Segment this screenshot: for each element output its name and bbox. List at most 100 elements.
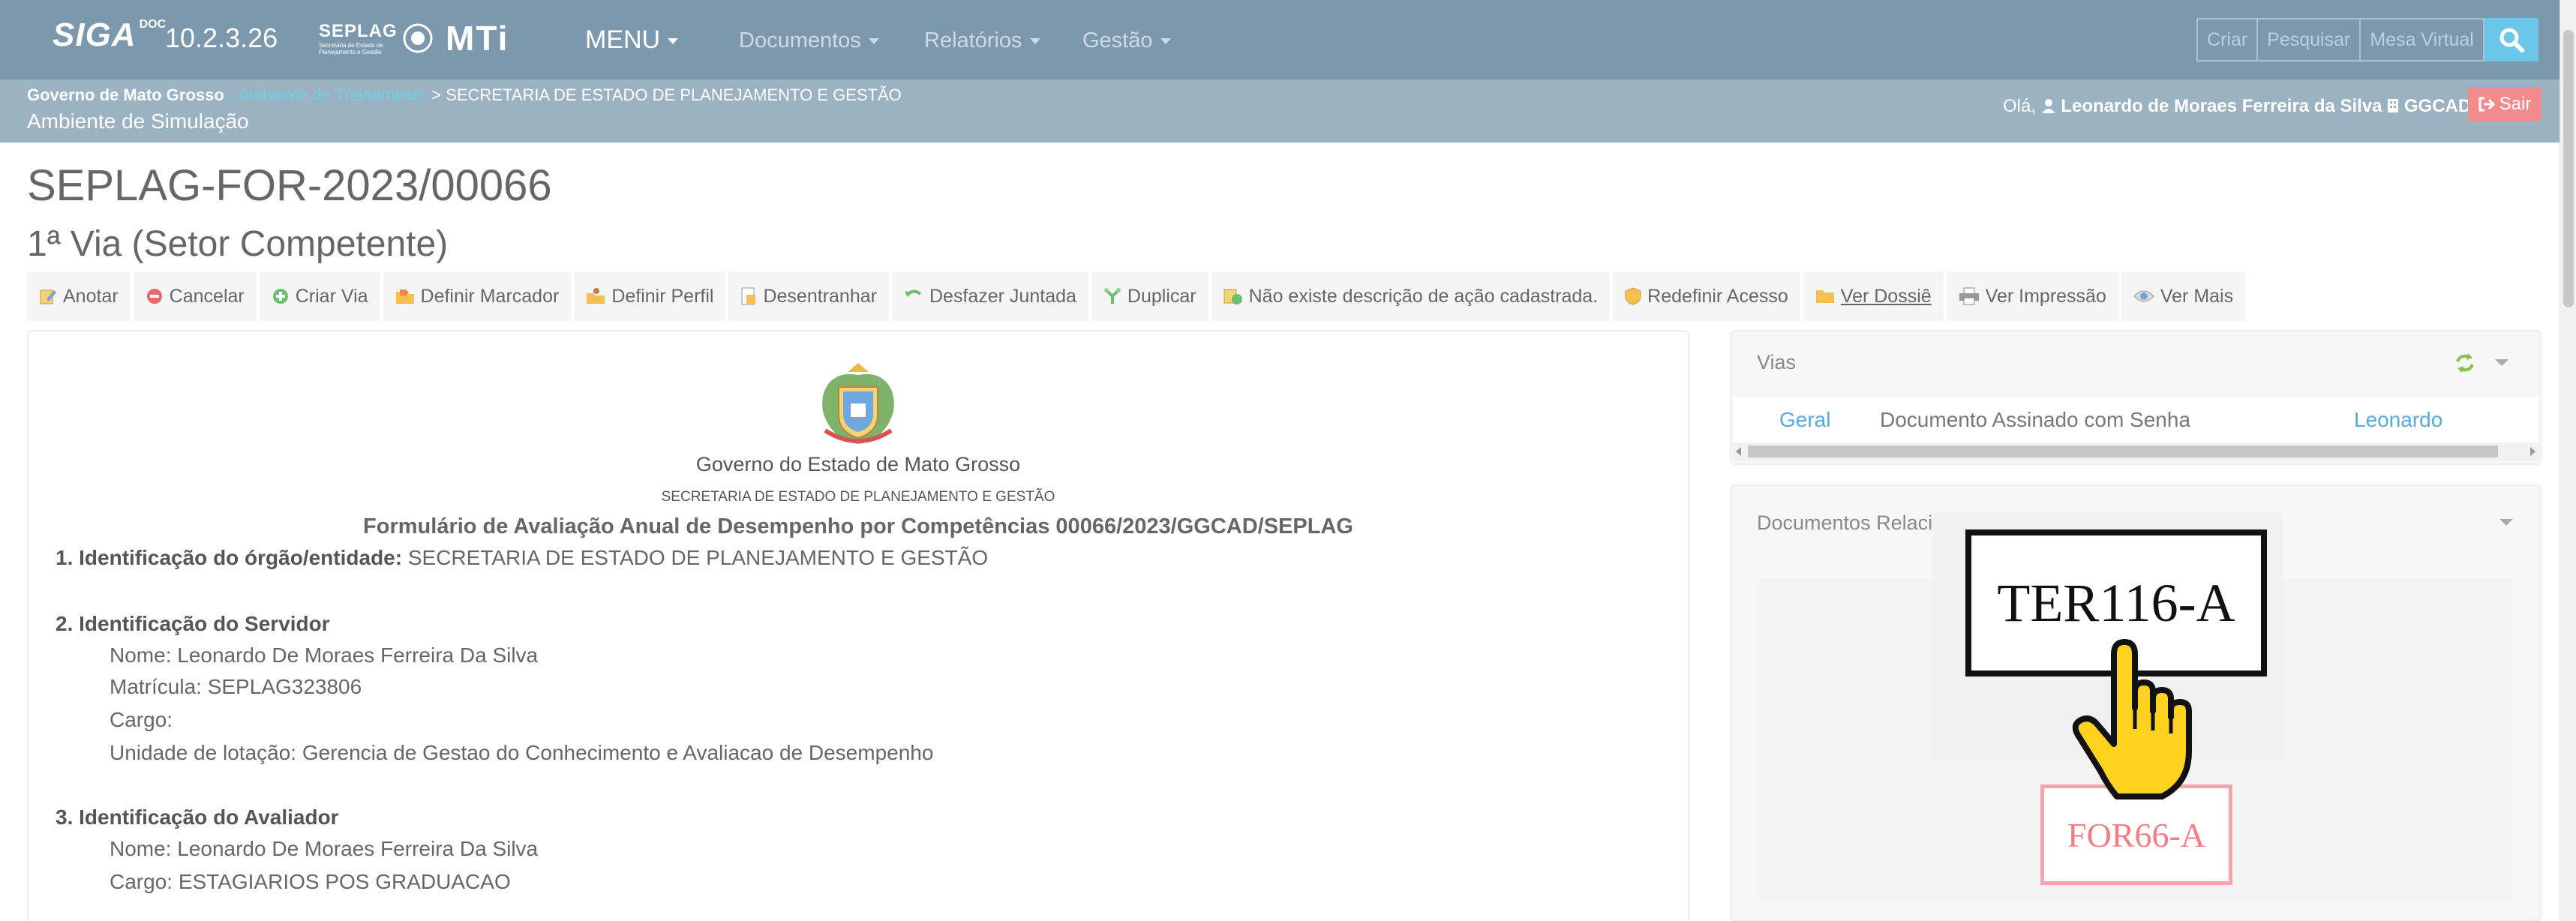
section-3-heading: 3. Identificação do Avaliador bbox=[56, 806, 339, 829]
nav-gestao[interactable]: Gestão bbox=[1082, 28, 1171, 53]
siga-logo[interactable]: SIGA DOC bbox=[53, 16, 166, 54]
breadcrumb-env[interactable]: Ambiente de Treinamento bbox=[238, 86, 427, 104]
seplag-logo-sub2: Planejamento e Gestão bbox=[319, 49, 382, 56]
caret-down-icon bbox=[1029, 38, 1040, 45]
duplicar-button[interactable]: Duplicar bbox=[1091, 272, 1211, 321]
anotar-button[interactable]: Anotar bbox=[27, 272, 134, 321]
cancelar-button[interactable]: Cancelar bbox=[133, 272, 260, 321]
seplag-logo: SEPLAG Secretaria de Estado de Planejame… bbox=[319, 21, 409, 56]
ver-impressao-button[interactable]: Ver Impressão bbox=[1946, 272, 2121, 321]
user-unit: GGCAD bbox=[2403, 96, 2472, 116]
desfazer-juntada-button[interactable]: Desfazer Juntada bbox=[891, 272, 1091, 321]
search-button[interactable] bbox=[2484, 18, 2538, 62]
nav-documentos-label: Documentos bbox=[739, 28, 861, 52]
scrollbar-thumb[interactable] bbox=[2563, 30, 2574, 308]
desfazer-juntada-label: Desfazer Juntada bbox=[929, 285, 1076, 307]
duplicar-label: Duplicar bbox=[1127, 285, 1196, 307]
undo-icon bbox=[904, 290, 922, 297]
definir-marcador-label: Definir Marcador bbox=[420, 285, 560, 307]
add-icon bbox=[272, 289, 288, 304]
via-status: Documento Assinado com Senha bbox=[1880, 408, 2191, 431]
cancelar-label: Cancelar bbox=[169, 285, 245, 307]
servidor-nome: Nome: Leonardo De Moraes Ferreira Da Sil… bbox=[110, 644, 539, 667]
document-action-toolbar: Anotar Cancelar Criar Via Definir Marcad… bbox=[27, 272, 2249, 321]
duplicate-icon bbox=[1103, 288, 1121, 304]
via-geral-link[interactable]: Geral bbox=[1779, 408, 1830, 432]
avaliador-nome: Nome: Leonardo De Moraes Ferreira Da Sil… bbox=[110, 837, 539, 860]
logout-button[interactable]: Sair bbox=[2468, 87, 2541, 122]
form-title: Formulário de Avaliação Anual de Desempe… bbox=[363, 514, 1353, 538]
seplag-logo-text: SEPLAG bbox=[319, 21, 398, 41]
document-icon bbox=[741, 287, 756, 305]
breadcrumb-env-sep: - bbox=[224, 86, 239, 104]
servidor-unidade: Unidade de lotação: Gerencia de Gestao d… bbox=[110, 741, 934, 764]
quick-actions: Criar Pesquisar Mesa Virtual bbox=[2196, 18, 2538, 62]
vias-scrollbar-thumb[interactable] bbox=[1748, 446, 2498, 458]
ver-dossie-label: Ver Dossiê bbox=[1840, 285, 1932, 307]
desentranhar-button[interactable]: Desentranhar bbox=[728, 272, 892, 321]
section-2-heading: 2. Identificação do Servidor bbox=[56, 612, 330, 635]
greeting-prefix: Olá, bbox=[2003, 96, 2041, 116]
user-name: Leonardo de Moraes Ferreira da Silva bbox=[2061, 96, 2382, 116]
pesquisar-button[interactable]: Pesquisar bbox=[2256, 18, 2361, 62]
section-1-value: SECRETARIA DE ESTADO DE PLANEJAMENTO E G… bbox=[402, 546, 989, 569]
cancel-icon bbox=[146, 289, 162, 304]
document-via-title: 1ª Via (Setor Competente) bbox=[27, 224, 449, 264]
folder-tag-icon bbox=[395, 290, 414, 304]
note-edit-icon bbox=[40, 290, 56, 304]
nav-relatorios[interactable]: Relatórios bbox=[924, 28, 1040, 53]
search-icon bbox=[2499, 28, 2524, 52]
logout-icon bbox=[2478, 97, 2495, 112]
breadcrumb-secretaria: SECRETARIA DE ESTADO DE PLANEJAMENTO E G… bbox=[446, 86, 902, 104]
criar-via-label: Criar Via bbox=[295, 285, 368, 307]
breadcrumb: Governo de Mato Grosso - Ambiente de Tre… bbox=[27, 86, 902, 105]
anotar-label: Anotar bbox=[63, 285, 119, 307]
section-1-heading: 1. Identificação do órgão/entidade: SECR… bbox=[56, 546, 988, 570]
vias-panel-title: Vias bbox=[1757, 351, 1797, 374]
criar-via-button[interactable]: Criar Via bbox=[259, 272, 383, 321]
scroll-right-icon[interactable] bbox=[2530, 447, 2535, 456]
page-scrollbar[interactable] bbox=[2559, 0, 2576, 921]
shield-icon bbox=[1625, 287, 1641, 305]
printer-icon bbox=[1959, 287, 1979, 305]
ver-dossie-button[interactable]: Ver Dossiê bbox=[1803, 272, 1947, 321]
eye-icon bbox=[2133, 290, 2154, 302]
avaliador-cargo: Cargo: ESTAGIARIOS POS GRADUACAO bbox=[110, 870, 511, 893]
ver-mais-label: Ver Mais bbox=[2160, 285, 2234, 307]
chevron-down-icon[interactable] bbox=[2498, 518, 2514, 528]
form-gov-heading: Governo do Estado de Mato Grosso bbox=[695, 453, 1021, 476]
caret-down-icon bbox=[868, 38, 879, 45]
section-1-label: 1. Identificação do órgão/entidade: bbox=[56, 546, 403, 569]
user-icon bbox=[2041, 99, 2055, 113]
seplag-logo-sub1: Secretaria de Estado de bbox=[319, 42, 383, 49]
ver-impressao-label: Ver Impressão bbox=[1985, 285, 2106, 307]
acao-sem-descricao-button[interactable]: Não existe descrição de ação cadastrada. bbox=[1211, 272, 1614, 321]
vias-horizontal-scrollbar[interactable] bbox=[1733, 442, 2538, 460]
definir-perfil-button[interactable]: Definir Perfil bbox=[574, 272, 729, 321]
folder-icon bbox=[1815, 290, 1834, 303]
menu-dropdown[interactable]: MENU bbox=[585, 26, 679, 55]
logout-label: Sair bbox=[2499, 94, 2532, 114]
building-icon bbox=[2388, 99, 2399, 112]
redefinir-acesso-label: Redefinir Acesso bbox=[1647, 285, 1788, 307]
redefinir-acesso-button[interactable]: Redefinir Acesso bbox=[1613, 272, 1803, 321]
criar-button[interactable]: Criar bbox=[2196, 18, 2259, 62]
via-user-link[interactable]: Leonardo bbox=[2354, 408, 2442, 432]
definir-perfil-label: Definir Perfil bbox=[611, 285, 714, 307]
desentranhar-label: Desentranhar bbox=[763, 285, 877, 307]
definir-marcador-button[interactable]: Definir Marcador bbox=[383, 272, 575, 321]
brand-sup: DOC bbox=[139, 18, 167, 31]
servidor-matricula: Matrícula: SEPLAG323806 bbox=[110, 675, 362, 698]
caret-down-icon bbox=[668, 38, 679, 45]
brand-name: SIGA bbox=[53, 16, 137, 53]
environment-title: Ambiente de Simulação bbox=[27, 110, 249, 133]
profile-icon bbox=[587, 288, 605, 304]
refresh-icon[interactable] bbox=[2453, 352, 2477, 374]
scroll-left-icon[interactable] bbox=[1736, 447, 1741, 456]
nav-documentos[interactable]: Documentos bbox=[739, 28, 879, 53]
nav-gestao-label: Gestão bbox=[1082, 28, 1153, 52]
breadcrumb-arrow: > bbox=[427, 86, 446, 104]
chevron-down-icon[interactable] bbox=[2493, 358, 2510, 368]
mesa-virtual-button[interactable]: Mesa Virtual bbox=[2359, 18, 2484, 62]
ver-mais-button[interactable]: Ver Mais bbox=[2121, 272, 2249, 321]
